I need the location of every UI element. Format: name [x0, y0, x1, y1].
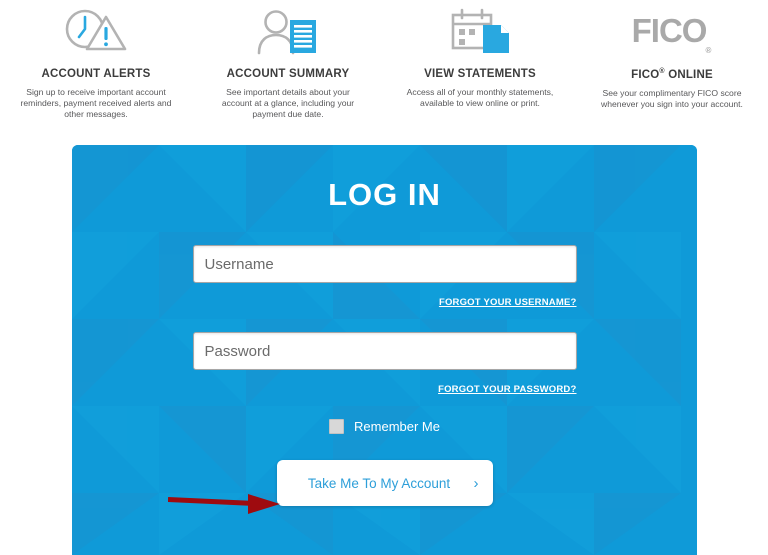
user-document-icon — [252, 4, 324, 62]
chevron-right-icon: › — [473, 474, 479, 492]
feature-title: ACCOUNT ALERTS — [41, 68, 151, 80]
feature-description: Access all of your monthly statements, a… — [406, 87, 554, 108]
password-input[interactable] — [192, 332, 577, 370]
fico-trademark: ® — [705, 45, 712, 55]
feature-description: See your complimentary FICO score whenev… — [601, 87, 743, 109]
forgot-password-link[interactable]: FORGOT YOUR PASSWORD? — [438, 384, 576, 395]
feature-account-summary: ACCOUNT SUMMARY See important details ab… — [192, 0, 384, 145]
feature-title: FICO® ONLINE — [631, 68, 713, 81]
fico-logo-icon: FICO® — [632, 4, 713, 62]
remember-me-row: Remember Me — [72, 419, 697, 434]
feature-title: ACCOUNT SUMMARY — [226, 68, 350, 80]
username-field-group: FORGOT YOUR USERNAME? — [192, 245, 577, 310]
feature-account-alerts: ACCOUNT ALERTS Sign up to receive import… — [0, 0, 192, 145]
feature-view-statements: VIEW STATEMENTS Access all of your month… — [384, 0, 576, 145]
fico-title-pre: FICO — [631, 68, 660, 81]
fico-title-post: ONLINE — [668, 68, 713, 81]
take-me-to-my-account-button[interactable]: Take Me To My Account › — [276, 460, 493, 506]
forgot-username-link[interactable]: FORGOT YOUR USERNAME? — [439, 297, 577, 308]
submit-row: Take Me To My Account › — [72, 460, 697, 508]
login-panel: LOG IN FORGOT YOUR USERNAME? FORGOT YOUR… — [72, 145, 697, 555]
feature-description: Sign up to receive important account rem… — [20, 87, 172, 119]
forgot-password-row: FORGOT YOUR PASSWORD? — [193, 379, 577, 397]
remember-me-checkbox[interactable] — [329, 419, 345, 434]
clock-alert-icon — [59, 4, 133, 62]
calendar-document-icon — [445, 4, 515, 62]
remember-me-label: Remember Me — [354, 419, 440, 434]
feature-fico-online: FICO® FICO® ONLINE See your complimentar… — [576, 0, 768, 145]
registered-mark: ® — [659, 68, 665, 75]
submit-button-label: Take Me To My Account — [307, 475, 451, 491]
forgot-username-row: FORGOT YOUR USERNAME? — [193, 292, 577, 310]
page-title: LOG IN — [328, 177, 441, 212]
features-strip: ACCOUNT ALERTS Sign up to receive import… — [0, 0, 768, 145]
password-field-group: FORGOT YOUR PASSWORD? — [192, 332, 577, 397]
feature-title: VIEW STATEMENTS — [424, 68, 536, 80]
feature-description: See important details about your account… — [221, 87, 355, 119]
fico-wordmark: FICO — [631, 12, 708, 50]
username-input[interactable] — [192, 245, 577, 283]
